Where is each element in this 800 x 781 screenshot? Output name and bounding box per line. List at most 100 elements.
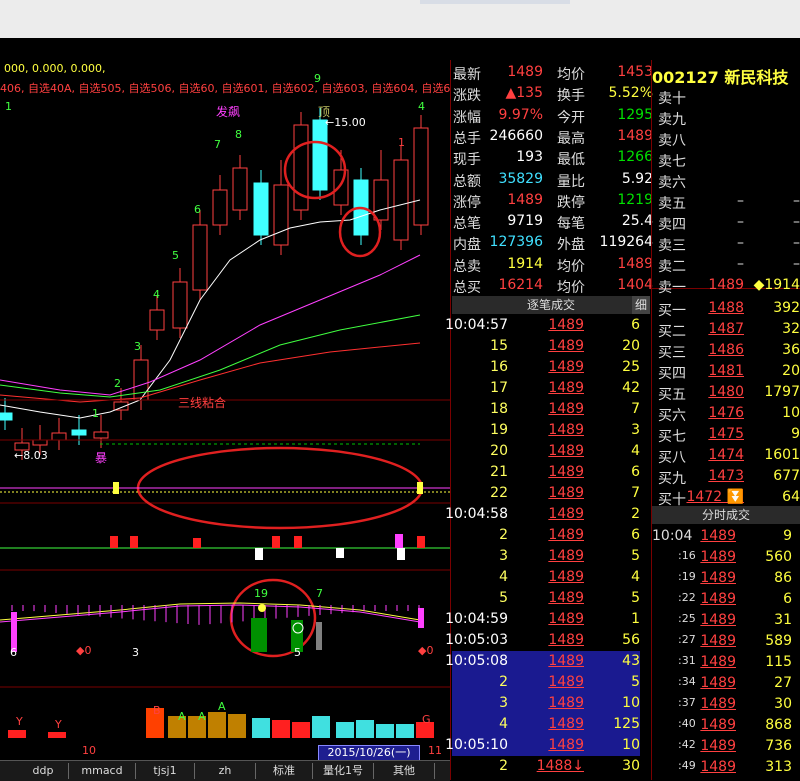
count-label: 1: [92, 407, 99, 420]
bid-row[interactable]: 买九 1473 677: [656, 466, 800, 487]
tab-other[interactable]: 其他: [374, 763, 435, 779]
tab-tjsj1[interactable]: tjsj1: [136, 763, 195, 779]
minute-price: 1489: [700, 759, 736, 775]
tick-row[interactable]: 10:05:08 1489 43: [445, 651, 640, 672]
tick-row[interactable]: 20 1489 4: [452, 441, 640, 462]
tick-trades-header[interactable]: 逐笔成交细: [452, 296, 650, 314]
bid-row[interactable]: 买三 1486 36: [656, 340, 800, 361]
minute-trades-header[interactable]: 分时成交: [652, 506, 800, 524]
ask-row[interactable]: 卖八: [656, 128, 800, 149]
minute-tick-row[interactable]: :40 1489 868: [652, 715, 792, 736]
candle-body: [312, 119, 328, 191]
tick-row[interactable]: 10:04:57 1489 6: [445, 315, 640, 336]
ask-row[interactable]: 卖六: [656, 170, 800, 191]
minute-time: :34: [678, 675, 696, 688]
tick-row[interactable]: 4 1489 4: [452, 567, 640, 588]
tick-row[interactable]: 10:05:03 1489 56: [445, 630, 640, 651]
tick-row[interactable]: 2 1489 5: [452, 672, 640, 693]
tick-volume: 4: [631, 569, 640, 585]
macd-signal-dot: [258, 604, 266, 612]
quote-value: 9719: [507, 213, 543, 230]
level-volume: –: [793, 193, 800, 209]
quote-label: 最新: [453, 67, 481, 83]
ask-row[interactable]: 卖四 – –: [656, 212, 800, 233]
level-price: 1481: [708, 363, 744, 379]
bid-row[interactable]: 买一 1488 392: [656, 298, 800, 319]
minute-tick-row[interactable]: :27 1489 589: [652, 631, 792, 652]
bid-row[interactable]: 买六 1476 10: [656, 403, 800, 424]
tab-ddp[interactable]: ddp: [18, 763, 69, 779]
ask-row[interactable]: 卖十: [656, 86, 800, 107]
bid-row[interactable]: 买五 1480 1797: [656, 382, 800, 403]
bid-row[interactable]: 买七 1475 9: [656, 424, 800, 445]
minute-tick-row[interactable]: :19 1489 86: [652, 568, 792, 589]
ask-row[interactable]: 卖五 – –: [656, 191, 800, 212]
quote-label: 总笔: [453, 216, 481, 233]
minute-tick-row[interactable]: 10:04 1489 9: [652, 526, 792, 547]
macd-label-mid: 3: [132, 646, 139, 659]
quote-value: 1489: [617, 127, 653, 144]
quote-label: 最低: [557, 152, 585, 169]
tick-row[interactable]: 19 1489 3: [452, 420, 640, 441]
bid-row[interactable]: 买十 1472 ⏬ 64: [656, 487, 800, 508]
indicator-bar: [336, 548, 344, 558]
ask-row[interactable]: 卖一 1489 ◆1914: [656, 275, 800, 296]
tick-volume: 6: [631, 464, 640, 480]
tab-quant1[interactable]: 量化1号: [313, 763, 374, 779]
tick-row[interactable]: 3 1489 10: [452, 693, 640, 714]
volume-letter: A: [218, 700, 226, 713]
tick-row[interactable]: 22 1489 7: [452, 483, 640, 504]
level-volume: 20: [782, 363, 800, 379]
tick-row[interactable]: 10:04:59 1489 1: [445, 609, 640, 630]
minute-tick-row[interactable]: :34 1489 27: [652, 673, 792, 694]
tick-row[interactable]: 15 1489 20: [452, 336, 640, 357]
tab-standard[interactable]: 标准: [256, 763, 313, 779]
tick-row[interactable]: 3 1489 5: [452, 546, 640, 567]
ask-row[interactable]: 卖七: [656, 149, 800, 170]
tick-row[interactable]: 16 1489 25: [452, 357, 640, 378]
quote-value: 1489: [507, 191, 543, 208]
tick-time: 10:05:10: [445, 737, 508, 753]
minute-tick-row[interactable]: :16 1489 560: [652, 547, 792, 568]
tick-price: 1489: [548, 695, 584, 711]
detail-toggle-button[interactable]: 细: [632, 296, 650, 314]
count-label: 7: [214, 138, 221, 151]
minute-tick-row[interactable]: :42 1489 736: [652, 736, 792, 757]
tab-mmacd[interactable]: mmacd: [69, 763, 136, 779]
stock-code: 002127: [652, 68, 719, 87]
minute-tick-row[interactable]: :31 1489 115: [652, 652, 792, 673]
minute-tick-row[interactable]: :25 1489 31: [652, 610, 792, 631]
tick-row[interactable]: 5 1489 5: [452, 588, 640, 609]
bid-row[interactable]: 买二 1487 32: [656, 319, 800, 340]
quote-label: 总手: [453, 130, 481, 147]
tick-row[interactable]: 17 1489 42: [452, 378, 640, 399]
kline-chart-area[interactable]: 000, 0.000, 0.000, 406, 自选40A, 自选505, 自选…: [0, 60, 450, 760]
ask-row[interactable]: 卖二 – –: [656, 254, 800, 275]
level-label: 买六: [658, 408, 686, 424]
active-window-tab[interactable]: [420, 0, 570, 4]
tick-row[interactable]: 21 1489 6: [452, 462, 640, 483]
tick-row[interactable]: 18 1489 7: [452, 399, 640, 420]
volume-bar: [356, 720, 374, 738]
quote-row: 总卖 1914 均价 1489: [451, 254, 653, 275]
quote-value: 9.97%: [498, 106, 543, 123]
tab-zh[interactable]: zh: [195, 763, 256, 779]
quote-value: 1489: [507, 64, 543, 80]
minute-tick-row[interactable]: :22 1489 6: [652, 589, 792, 610]
ask-row[interactable]: 卖九: [656, 107, 800, 128]
tick-row[interactable]: 10:05:10 1489 10: [445, 735, 640, 756]
bid-row[interactable]: 买四 1481 20: [656, 361, 800, 382]
minute-tick-row[interactable]: :49 1489 313: [652, 757, 792, 778]
volume-bar: [336, 722, 354, 738]
minute-time: :22: [678, 591, 696, 604]
tick-row[interactable]: 2 1488↓ 30: [452, 756, 640, 777]
tick-row[interactable]: 2 1489 6: [452, 525, 640, 546]
volume-bar: [228, 714, 246, 738]
quote-value: 246660: [489, 127, 543, 144]
bid-row[interactable]: 买八 1474 1601: [656, 445, 800, 466]
minute-tick-row[interactable]: :37 1489 30: [652, 694, 792, 715]
level-price: –: [737, 214, 744, 230]
tick-row[interactable]: 4 1489 125: [452, 714, 640, 735]
tick-row[interactable]: 10:04:58 1489 2: [445, 504, 640, 525]
ask-row[interactable]: 卖三 – –: [656, 233, 800, 254]
